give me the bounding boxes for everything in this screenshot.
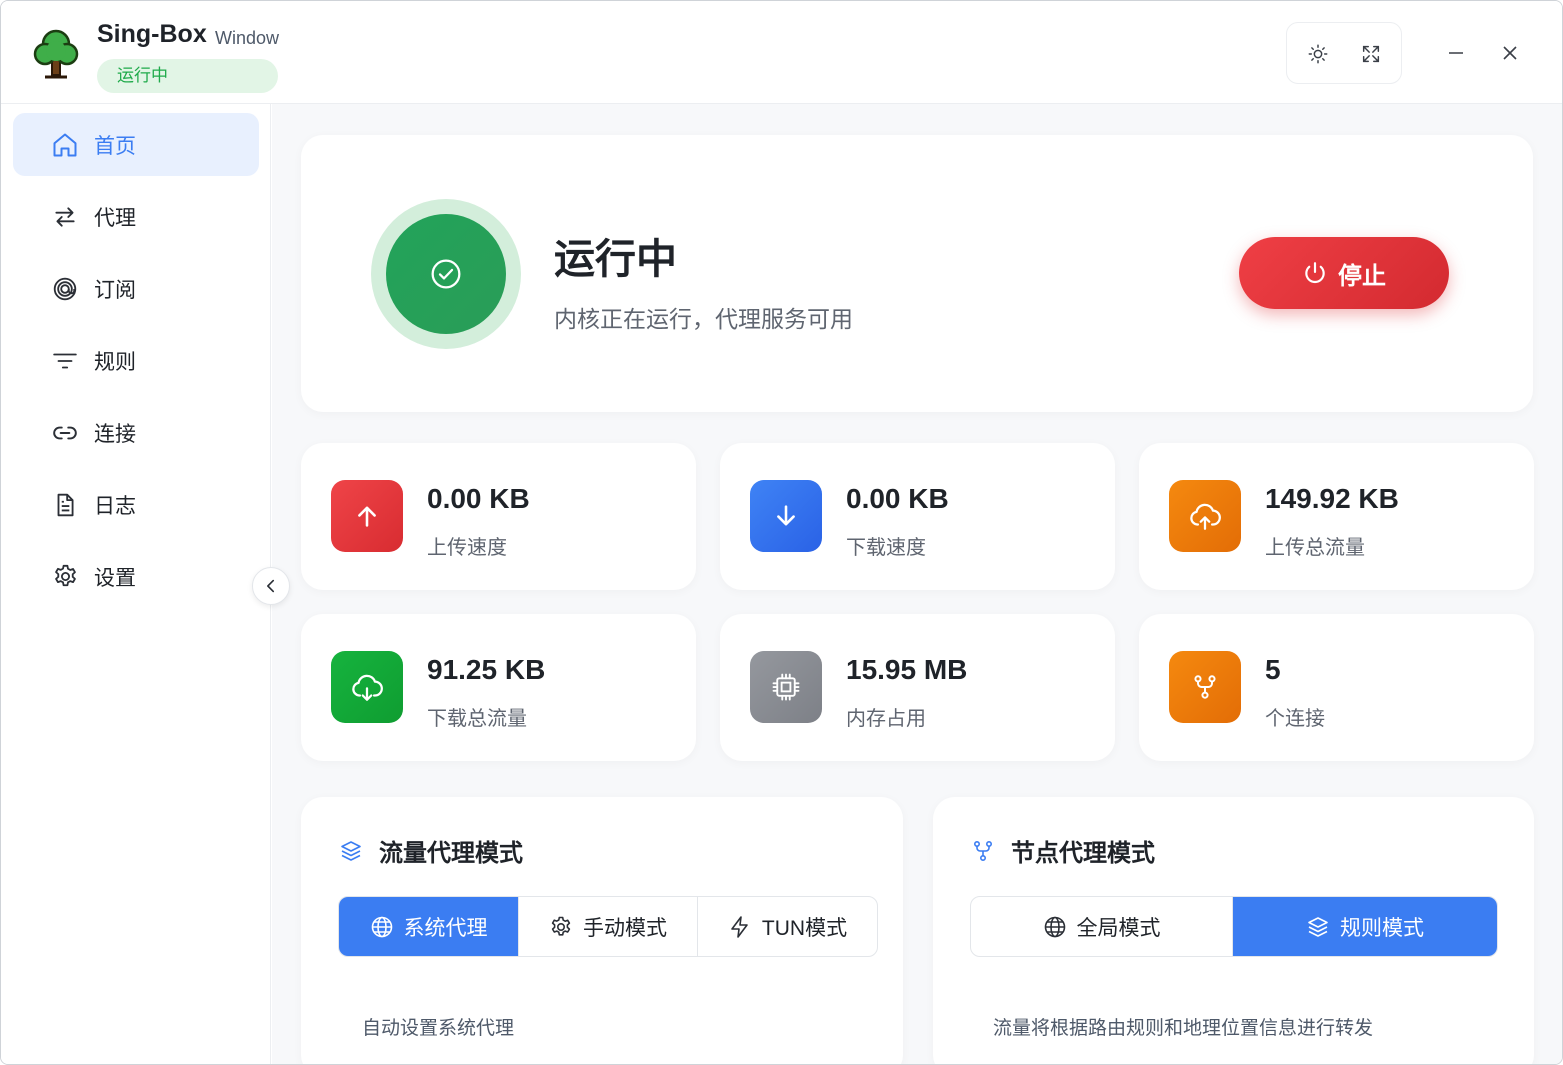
stat-value: 0.00 KB [846,483,949,514]
option-label: 手动模式 [583,916,667,940]
stat-card-connections: 5 个连接 [1139,614,1534,761]
home-icon [51,131,79,159]
status-badge: 运行中 [97,59,278,93]
close-window-button[interactable] [1494,37,1526,69]
stat-value: 91.25 KB [427,654,546,685]
status-card: 运行中 内核正在运行，代理服务可用 停止 [301,135,1533,412]
arrow-up-icon [331,480,403,552]
node-mode-selector: 全局模式 规则模式 [970,896,1498,957]
arrow-down-icon [750,480,822,552]
fork-icon [1169,651,1241,723]
stat-card-download-speed: 0.00 KB 下载速度 [720,443,1115,590]
node-mode-card: 节点代理模式 全局模式 规则模式 流量将根据路由规则和地理位置信息进行转发 [933,797,1534,1064]
sidebar-item-home[interactable]: 首页 [13,113,259,176]
stat-label: 上传总流量 [1265,537,1365,559]
option-global-mode[interactable]: 全局模式 [971,897,1233,956]
traffic-mode-description: 自动设置系统代理 [362,1018,515,1039]
stop-button[interactable]: 停止 [1239,237,1449,309]
stop-label: 停止 [1338,262,1386,290]
stat-value: 15.95 MB [846,654,968,685]
option-manual-mode[interactable]: 手动模式 [519,897,698,956]
app-window: Sing-Box Window 运行中 首页 代理 订阅 规则 连接 日志 设置… [0,0,1563,1065]
sidebar-item-label: 连接 [94,422,136,446]
main-content: 运行中 内核正在运行，代理服务可用 停止 0.00 KB 上传速度 0.00 K… [272,104,1562,1064]
check-circle-icon [431,259,461,289]
stat-label: 下载速度 [846,537,926,559]
cloud-upload-icon [1169,480,1241,552]
sidebar-item-connections[interactable]: 连接 [13,401,259,464]
at-icon [51,275,79,303]
stat-value: 149.92 KB [1265,483,1399,514]
sidebar-item-label: 设置 [94,566,136,590]
option-label: 规则模式 [1340,916,1424,940]
tree-logo-icon [33,27,79,79]
sidebar-item-proxy[interactable]: 代理 [13,185,259,248]
swap-arrows-icon [51,203,79,231]
sidebar-item-subscription[interactable]: 订阅 [13,257,259,320]
app-name: Sing-Box [97,20,207,48]
title-bar: Sing-Box Window 运行中 [1,1,1562,104]
theme-toggle-button[interactable] [1302,38,1334,70]
sidebar-item-label: 订阅 [94,278,136,302]
link-icon [51,419,79,447]
filter-icon [51,347,79,375]
document-icon [51,491,79,519]
stat-card-upload-speed: 0.00 KB 上传速度 [301,443,696,590]
globe-icon [371,916,392,937]
sidebar-item-label: 代理 [94,206,136,230]
sidebar-item-logs[interactable]: 日志 [13,473,259,536]
option-tun-mode[interactable]: TUN模式 [698,897,877,956]
minimize-icon [1449,52,1463,54]
option-system-proxy[interactable]: 系统代理 [339,897,519,956]
layers-icon [1308,916,1328,937]
toolbar-group [1286,22,1402,84]
stat-label: 上传速度 [427,537,507,559]
stat-card-download-total: 91.25 KB 下载总流量 [301,614,696,761]
lightning-icon [731,915,748,938]
gear-icon [551,916,571,936]
collapse-sidebar-button[interactable] [252,567,290,605]
option-rule-mode[interactable]: 规则模式 [1233,897,1497,956]
stat-card-memory: 15.95 MB 内存占用 [720,614,1115,761]
close-icon [1503,46,1517,60]
cloud-download-icon [331,651,403,723]
app-subtitle: Window [215,28,280,48]
sidebar-item-settings[interactable]: 设置 [13,545,259,608]
stat-label: 下载总流量 [427,708,527,730]
gear-icon [51,563,79,591]
power-icon [1305,262,1325,284]
globe-icon [1044,916,1065,937]
sidebar-item-label: 规则 [94,350,136,374]
sidebar-item-label: 首页 [94,134,136,158]
sun-icon [1308,44,1328,64]
sidebar-item-rules[interactable]: 规则 [13,329,259,392]
node-mode-description: 流量将根据路由规则和地理位置信息进行转发 [993,1018,1374,1039]
traffic-mode-header: 流量代理模式 [339,833,523,868]
stat-value: 0.00 KB [427,483,530,514]
stat-card-upload-total: 149.92 KB 上传总流量 [1139,443,1534,590]
sidebar: 首页 代理 订阅 规则 连接 日志 设置 [1,104,271,1064]
chip-icon [750,651,822,723]
fullscreen-button[interactable] [1355,38,1387,70]
node-mode-header: 节点代理模式 [971,833,1155,868]
chevron-left-icon [267,579,275,593]
layers-icon [341,840,361,861]
status-indicator [386,214,506,334]
status-title: 运行中 [554,236,677,282]
traffic-mode-title: 流量代理模式 [379,840,523,867]
traffic-mode-selector: 系统代理 手动模式 TUN模式 [338,896,878,957]
traffic-mode-card: 流量代理模式 系统代理 手动模式 TUN模式 自动设置系统代理 [301,797,903,1064]
expand-icon [1362,45,1380,63]
status-description: 内核正在运行，代理服务可用 [554,306,853,332]
sidebar-item-label: 日志 [94,494,136,518]
fork-icon [973,840,993,861]
option-label: 系统代理 [403,916,488,940]
option-label: 全局模式 [1076,916,1161,940]
stat-label: 内存占用 [846,708,926,730]
stat-value: 5 [1265,654,1281,685]
node-mode-title: 节点代理模式 [1011,840,1155,867]
option-label: TUN模式 [761,916,848,940]
stat-label: 个连接 [1265,708,1325,730]
minimize-button[interactable] [1440,37,1472,69]
